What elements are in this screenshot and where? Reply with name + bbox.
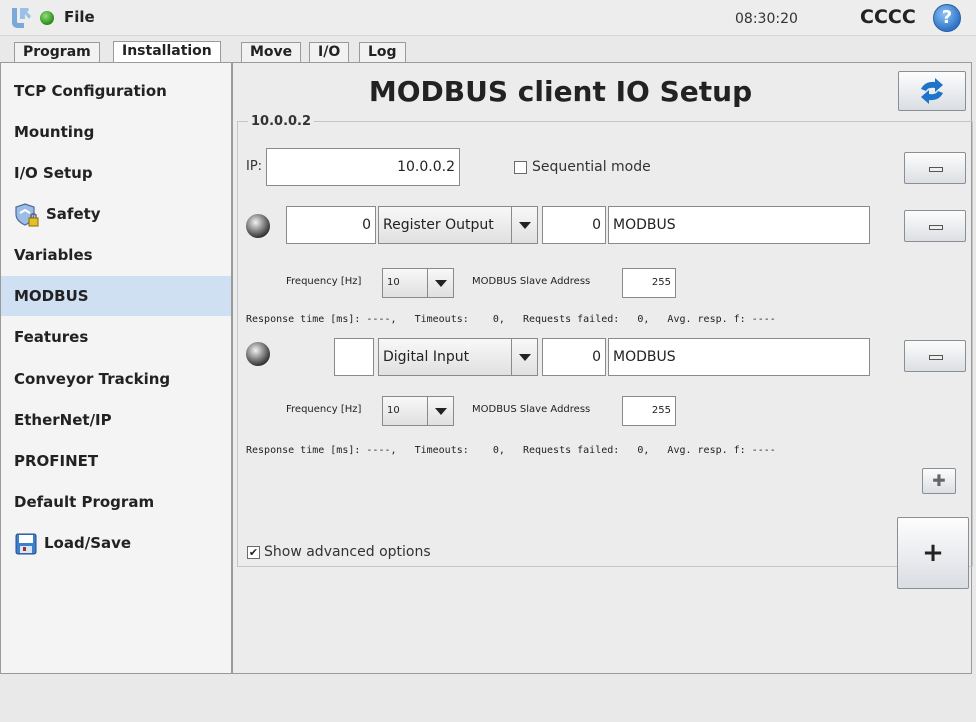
- robot-status-icon[interactable]: [40, 11, 54, 25]
- chevron-down-icon: [511, 207, 537, 243]
- slave-address-field[interactable]: 255: [622, 268, 676, 298]
- unit-ip-label: 10.0.0.2: [248, 114, 315, 129]
- file-menu[interactable]: File: [64, 8, 95, 26]
- installation-sidebar: TCP Configuration Mounting I/O Setup Saf…: [0, 62, 232, 674]
- chevron-down-icon: [427, 397, 453, 425]
- slave-address-label: MODBUS Slave Address: [472, 404, 591, 415]
- ip-address-field[interactable]: 10.0.0.2: [266, 148, 460, 186]
- sidebar-item-conveyor-tracking[interactable]: Conveyor Tracking: [1, 359, 231, 399]
- signal-type-value: Digital Input: [383, 349, 470, 365]
- signal-statistics: Response time [ms]: ----, Timeouts: 0, R…: [246, 314, 776, 325]
- floppy-disk-icon: [15, 533, 37, 554]
- signal-name-field[interactable]: MODBUS: [608, 338, 870, 376]
- remove-signal-button[interactable]: [904, 340, 966, 372]
- robot-name: CCCC: [860, 6, 916, 28]
- signal-address-field[interactable]: 0: [286, 206, 376, 244]
- frequency-select[interactable]: 10: [382, 268, 454, 298]
- refresh-button[interactable]: [898, 71, 966, 111]
- show-advanced-checkbox[interactable]: ✔: [247, 546, 260, 559]
- show-advanced-label: Show advanced options: [264, 544, 431, 560]
- tab-log[interactable]: Log: [359, 42, 406, 62]
- sidebar-item-profinet[interactable]: PROFINET: [1, 441, 231, 481]
- add-unit-button[interactable]: +: [897, 517, 969, 589]
- top-bar: File 08:30:20 CCCC ?: [0, 0, 976, 36]
- sequential-mode-checkbox[interactable]: [514, 161, 527, 174]
- ip-label: IP:: [246, 159, 263, 174]
- sidebar-item-io-setup[interactable]: I/O Setup: [1, 153, 231, 193]
- sequential-mode-label: Sequential mode: [532, 159, 651, 175]
- sidebar-item-features[interactable]: Features: [1, 317, 231, 357]
- chevron-down-icon: [511, 339, 537, 375]
- remove-unit-button[interactable]: [904, 152, 966, 184]
- remove-signal-button[interactable]: [904, 210, 966, 242]
- tab-io[interactable]: I/O: [309, 42, 350, 62]
- modbus-unit-group: 10.0.0.2 IP: 10.0.0.2 Sequential mode 0 …: [237, 114, 973, 567]
- sidebar-item-label: Safety: [46, 205, 101, 223]
- sidebar-item-ethernet-ip[interactable]: EtherNet/IP: [1, 400, 231, 440]
- signal-register-field[interactable]: 0: [542, 338, 606, 376]
- page-title: MODBUS client IO Setup: [368, 75, 753, 108]
- signal-type-select[interactable]: Register Output: [378, 206, 538, 244]
- signal-type-select[interactable]: Digital Input: [378, 338, 538, 376]
- tab-move[interactable]: Move: [241, 42, 302, 62]
- shield-lock-icon: [15, 202, 39, 226]
- frequency-label: Frequency [Hz]: [286, 276, 362, 287]
- signal-statistics: Response time [ms]: ----, Timeouts: 0, R…: [246, 445, 776, 456]
- sidebar-item-variables[interactable]: Variables: [1, 235, 231, 275]
- signal-register-field[interactable]: 0: [542, 206, 606, 244]
- help-icon[interactable]: ?: [933, 4, 961, 32]
- sidebar-item-load-save[interactable]: Load/Save: [1, 523, 231, 563]
- sidebar-item-default-program[interactable]: Default Program: [1, 482, 231, 522]
- signal-status-led-icon: [246, 342, 270, 366]
- add-signal-button[interactable]: ✚: [922, 468, 956, 494]
- frequency-value: 10: [387, 405, 400, 416]
- sidebar-item-modbus[interactable]: MODBUS: [1, 276, 231, 316]
- ur-logo-icon: [12, 8, 31, 28]
- frequency-value: 10: [387, 277, 400, 288]
- clock: 08:30:20: [735, 11, 798, 27]
- slave-address-label: MODBUS Slave Address: [472, 276, 591, 287]
- slave-address-field[interactable]: 255: [622, 396, 676, 426]
- frequency-label: Frequency [Hz]: [286, 404, 362, 415]
- signal-status-led-icon: [246, 214, 270, 238]
- signal-address-field[interactable]: [334, 338, 374, 376]
- refresh-icon: [921, 78, 943, 104]
- sidebar-item-tcp-configuration[interactable]: TCP Configuration: [1, 71, 231, 111]
- sidebar-item-label: Load/Save: [44, 534, 132, 552]
- main-tabs: Program Installation Move I/O Log: [0, 36, 976, 63]
- signal-type-value: Register Output: [383, 217, 494, 233]
- sidebar-item-mounting[interactable]: Mounting: [1, 112, 231, 152]
- modbus-setup-panel: MODBUS client IO Setup 10.0.0.2 IP: 10.0…: [232, 62, 973, 674]
- tab-program[interactable]: Program: [14, 42, 100, 62]
- tab-installation[interactable]: Installation: [113, 41, 221, 63]
- signal-name-field[interactable]: MODBUS: [608, 206, 870, 244]
- sidebar-item-safety[interactable]: Safety: [1, 194, 231, 234]
- frequency-select[interactable]: 10: [382, 396, 454, 426]
- chevron-down-icon: [427, 269, 453, 297]
